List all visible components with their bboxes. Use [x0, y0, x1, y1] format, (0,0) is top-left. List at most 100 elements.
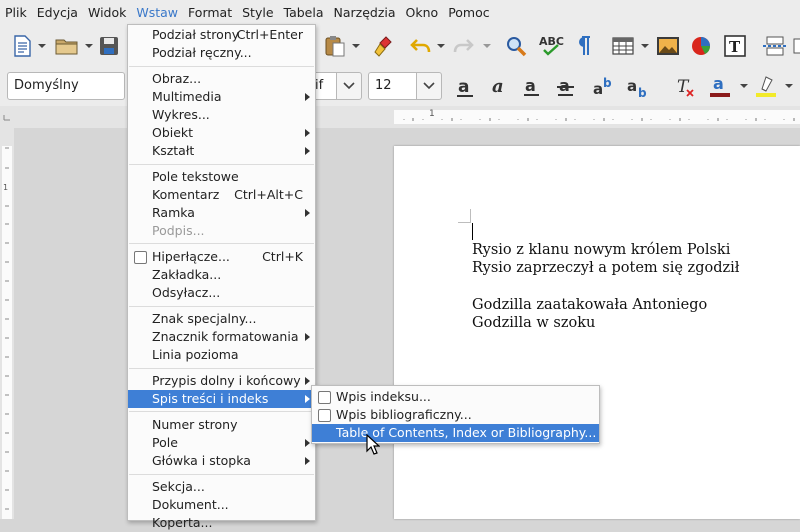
menu-item-document[interactable]: Dokument...	[128, 496, 315, 514]
redo-dropdown-arrow[interactable]	[483, 44, 491, 48]
save-icon[interactable]	[97, 34, 121, 58]
submenu-arrow-icon	[305, 129, 310, 137]
table-dropdown-arrow[interactable]	[641, 44, 649, 48]
document-line[interactable]: Godzilla w szoku	[472, 315, 595, 331]
menu-okno[interactable]: Okno	[401, 0, 444, 26]
bold-icon[interactable]: a	[452, 74, 480, 100]
superscript-icon[interactable]: ab	[590, 74, 620, 100]
new-dropdown-arrow[interactable]	[38, 44, 46, 48]
ruler-ticks	[3, 115, 795, 121]
menu-separator	[129, 474, 314, 475]
undo-dropdown-arrow[interactable]	[437, 44, 445, 48]
more-icon[interactable]	[792, 34, 800, 58]
svg-text:a: a	[593, 80, 603, 98]
italic-icon[interactable]: a	[486, 74, 514, 100]
font-size-combo[interactable]: 12	[368, 72, 418, 100]
menu-separator	[129, 66, 314, 67]
spelling-icon[interactable]: ABC	[537, 32, 565, 60]
menu-item-page-break[interactable]: Podział strony Ctrl+Enter	[128, 26, 315, 44]
menu-item-bookmark[interactable]: Zakładka...	[128, 266, 315, 284]
menu-item-section[interactable]: Sekcja...	[128, 478, 315, 496]
new-document-icon[interactable]	[10, 34, 34, 58]
menu-item-comment[interactable]: Komentarz Ctrl+Alt+C	[128, 186, 315, 204]
submenu-arrow-icon	[305, 377, 310, 385]
find-replace-icon[interactable]	[503, 33, 529, 59]
text-boundary-mark	[458, 222, 471, 223]
paste-icon[interactable]	[322, 34, 348, 58]
menu-item-toc-dialog[interactable]: Table of Contents, Index or Bibliography…	[312, 424, 599, 442]
text-cursor	[472, 223, 473, 240]
highlight-dropdown-arrow[interactable]	[785, 84, 793, 88]
menu-item-toc-index[interactable]: Spis treści i indeks	[128, 390, 315, 408]
font-color-icon[interactable]: a	[706, 72, 734, 100]
svg-text:ABC: ABC	[539, 35, 564, 48]
svg-text:a: a	[525, 76, 536, 95]
menu-item-multimedia[interactable]: Multimedia	[128, 88, 315, 106]
document-line[interactable]: Rysio z klanu nowym królem Polski	[472, 242, 730, 258]
svg-text:a: a	[559, 76, 570, 95]
menu-narzedzia[interactable]: Narzędzia	[329, 0, 401, 26]
menubar: Plik Edycja Widok Wstaw Format Style Tab…	[0, 0, 800, 26]
menu-item-page-number[interactable]: Numer strony	[128, 416, 315, 434]
menu-item-chart[interactable]: Wykres...	[128, 106, 315, 124]
menu-item-text-box[interactable]: Pole tekstowe	[128, 168, 315, 186]
menu-item-frame[interactable]: Ramka	[128, 204, 315, 222]
redo-icon[interactable]	[450, 34, 476, 58]
menu-wstaw[interactable]: Wstaw	[131, 0, 183, 26]
menu-item-hyperlink[interactable]: Hiperłącze... Ctrl+K	[128, 248, 315, 266]
paragraph-style-value: Domyślny	[14, 78, 79, 93]
font-size-value: 12	[375, 78, 392, 93]
menu-item-index-entry[interactable]: Wpis indeksu...	[312, 388, 599, 406]
horizontal-ruler[interactable]: 1	[0, 106, 800, 128]
highlight-color-icon[interactable]	[752, 72, 780, 100]
menu-item-header-footer[interactable]: Główka i stopka	[128, 452, 315, 470]
strikethrough-icon[interactable]: a	[552, 74, 580, 100]
menu-item-bibliography-entry[interactable]: Wpis bibliograficzny...	[312, 406, 599, 424]
formatting-marks-icon[interactable]	[571, 33, 595, 59]
menu-tabela[interactable]: Tabela	[279, 0, 329, 26]
open-dropdown-arrow[interactable]	[85, 44, 93, 48]
menu-item-shape[interactable]: Kształt	[128, 142, 315, 160]
menu-widok[interactable]: Widok	[83, 0, 131, 26]
document-line[interactable]: Godzilla zaatakowała Antoniego	[472, 297, 707, 313]
insert-table-icon[interactable]	[610, 34, 636, 58]
chevron-down-icon	[423, 82, 435, 90]
font-color-dropdown-arrow[interactable]	[740, 84, 748, 88]
insert-chart-icon[interactable]	[688, 34, 714, 58]
menu-item-footnote[interactable]: Przypis dolny i końcowy	[128, 372, 315, 390]
submenu-arrow-icon	[305, 209, 310, 217]
menu-item-field[interactable]: Pole	[128, 434, 315, 452]
paragraph-style-combo[interactable]: Domyślny	[7, 72, 125, 100]
menu-item-manual-break[interactable]: Podział ręczny...	[128, 44, 315, 62]
insert-textbox-icon[interactable]: T	[722, 33, 748, 59]
menu-item-image[interactable]: Obraz...	[128, 70, 315, 88]
font-size-dropdown-button[interactable]	[416, 72, 442, 100]
clear-formatting-icon[interactable]: T	[672, 74, 698, 100]
menu-item-special-character[interactable]: Znak specjalny...	[128, 310, 315, 328]
menu-item-envelope[interactable]: Koperta...	[128, 514, 315, 532]
page-break-icon[interactable]	[762, 34, 788, 58]
menu-plik[interactable]: Plik	[0, 0, 32, 26]
hyperlink-checkbox-icon	[134, 251, 147, 264]
menu-pomoc[interactable]: Pomoc	[443, 0, 494, 26]
menu-style[interactable]: Style	[237, 0, 278, 26]
open-folder-icon[interactable]	[54, 34, 80, 58]
toc-index-submenu: Wpis indeksu... Wpis bibliograficzny... …	[311, 385, 600, 444]
menu-item-formatting-mark[interactable]: Znacznik formatowania	[128, 328, 315, 346]
insert-image-icon[interactable]	[655, 34, 681, 58]
clone-formatting-icon[interactable]	[370, 33, 396, 59]
menu-item-horizontal-line[interactable]: Linia pozioma	[128, 346, 315, 364]
underline-icon[interactable]: a	[518, 74, 546, 100]
menu-item-object[interactable]: Obiekt	[128, 124, 315, 142]
undo-icon[interactable]	[408, 34, 434, 58]
document-page[interactable]	[394, 146, 800, 519]
font-name-dropdown-button[interactable]	[336, 72, 362, 100]
menu-format[interactable]: Format	[183, 0, 237, 26]
vertical-ruler[interactable]: 1	[0, 128, 14, 519]
mouse-pointer-icon	[366, 433, 381, 459]
document-line[interactable]: Rysio zaprzeczył a potem się zgodził	[472, 260, 739, 276]
menu-edycja[interactable]: Edycja	[32, 0, 83, 26]
subscript-icon[interactable]: ab	[624, 74, 654, 100]
paste-dropdown-arrow[interactable]	[352, 44, 360, 48]
menu-item-cross-reference[interactable]: Odsyłacz...	[128, 284, 315, 302]
